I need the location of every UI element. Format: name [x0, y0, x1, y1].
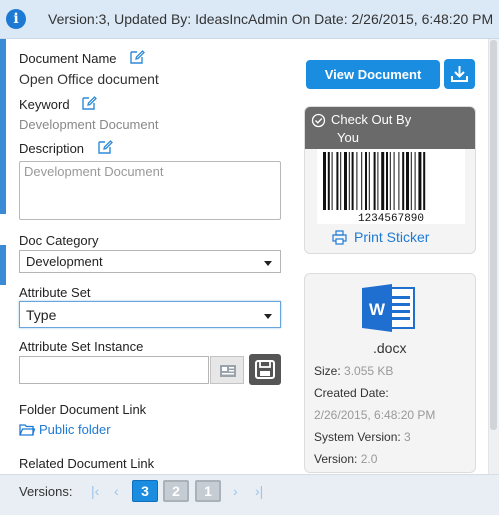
first-page-icon[interactable]: |‹	[91, 483, 99, 499]
created-date-label: Created Date:	[314, 386, 389, 400]
versions-pager: Versions: |‹ ‹ 3 2 1 › ›|	[0, 474, 499, 515]
file-size-value: 3.055 KB	[344, 364, 394, 378]
document-name-value: Open Office document	[19, 71, 159, 87]
last-page-icon[interactable]: ›|	[255, 483, 263, 499]
left-accent-stripe-lower	[0, 245, 6, 285]
doc-category-select[interactable]: Development	[19, 250, 281, 273]
folder-document-link-label: Folder Document Link	[19, 402, 147, 417]
barcode-bar	[340, 152, 342, 210]
attribute-card-icon	[220, 365, 236, 377]
barcode-bar	[406, 152, 409, 210]
doc-category-selected: Development	[26, 254, 103, 269]
checkout-user-text: You	[337, 130, 359, 145]
barcode-bar	[365, 152, 367, 210]
save-icon	[255, 360, 275, 379]
barcode-bar	[331, 152, 333, 210]
barcode-bar	[327, 152, 330, 210]
svg-text:W: W	[369, 300, 386, 319]
attribute-set-instance-input[interactable]	[19, 356, 209, 384]
attribute-set-instance-lookup-button[interactable]	[210, 356, 244, 384]
barcode-bar	[393, 152, 395, 210]
barcode-bar	[410, 152, 412, 210]
chevron-down-icon	[264, 261, 272, 266]
barcode-bar	[423, 152, 426, 210]
version-page-3[interactable]: 3	[132, 480, 158, 502]
attribute-set-label: Attribute Set	[19, 285, 91, 300]
barcode-bar	[377, 152, 379, 210]
file-size-label: Size:	[314, 364, 341, 378]
attribute-set-select[interactable]: Type	[19, 301, 281, 328]
barcode-bar	[351, 152, 354, 210]
description-textarea[interactable]: Development Document	[19, 161, 281, 220]
system-version-label: System Version:	[314, 430, 401, 444]
barcode-bar	[373, 152, 376, 210]
barcode-icon: 1234567890	[323, 152, 426, 225]
check-circle-icon	[311, 113, 326, 128]
file-size: Size: 3.055 KB	[314, 364, 393, 378]
prev-page-icon[interactable]: ‹	[114, 483, 119, 499]
checkout-by-text: Check Out By	[331, 112, 412, 127]
info-icon: i	[6, 9, 26, 29]
print-sticker-link[interactable]: Print Sticker	[354, 229, 429, 245]
doc-category-label: Doc Category	[19, 233, 99, 248]
file-extension: .docx	[373, 340, 407, 356]
version: Version: 2.0	[314, 452, 377, 466]
public-folder-link[interactable]: Public folder	[39, 422, 111, 437]
document-name-label: Document Name	[19, 51, 117, 66]
barcode-bar	[368, 152, 370, 210]
barcode-bar	[361, 152, 363, 210]
barcode-bar	[348, 152, 350, 210]
version-label: Version:	[314, 452, 358, 466]
keyword-value: Development Document	[19, 117, 159, 132]
barcode-bar	[402, 152, 405, 210]
barcode-bar	[356, 152, 358, 210]
barcode-bar	[389, 152, 391, 210]
barcode-bar	[386, 152, 388, 210]
barcode-bar	[398, 152, 400, 210]
word-file-icon: W	[362, 284, 415, 332]
left-accent-stripe	[0, 39, 6, 214]
versions-label: Versions:	[19, 484, 73, 499]
checkout-header: Check Out By You	[305, 107, 475, 149]
system-version: System Version: 3	[314, 430, 411, 444]
folder-icon	[19, 424, 35, 436]
save-attribute-button[interactable]	[249, 354, 281, 385]
edit-icon[interactable]	[97, 139, 113, 155]
barcode: 1234567890	[317, 149, 465, 225]
next-page-icon[interactable]: ›	[233, 483, 238, 499]
attribute-set-instance-label: Attribute Set Instance	[19, 339, 144, 354]
download-icon	[451, 66, 468, 82]
barcode-number: 1234567890	[358, 213, 424, 224]
version-value: 2.0	[360, 452, 378, 466]
chevron-down-icon	[264, 314, 272, 319]
system-version-value: 3	[404, 430, 411, 444]
barcode-bar	[336, 152, 339, 210]
version-banner-text: Version:3, Updated By: IdeasIncAdmin On …	[48, 11, 494, 27]
barcode-bar	[418, 152, 422, 210]
description-label: Description	[19, 141, 85, 156]
version-page-2[interactable]: 2	[163, 480, 189, 502]
scrollbar-thumb[interactable]	[490, 40, 497, 430]
version-page-1[interactable]: 1	[195, 480, 221, 502]
edit-icon[interactable]	[81, 95, 97, 111]
view-document-button[interactable]: View Document	[306, 60, 440, 89]
edit-icon[interactable]	[129, 49, 145, 65]
created-date-value: 2/26/2015, 6:48:20 PM	[314, 408, 436, 422]
attribute-set-selected: Type	[26, 307, 57, 323]
barcode-bar	[323, 152, 326, 210]
barcode-bar	[414, 152, 416, 210]
barcode-bar	[344, 152, 347, 210]
barcode-bar	[381, 152, 385, 210]
download-button[interactable]	[444, 59, 475, 89]
keyword-label: Keyword	[19, 97, 70, 112]
related-document-link-label: Related Document Link	[19, 456, 155, 471]
printer-icon	[332, 230, 347, 245]
version-banner: i Version:3, Updated By: IdeasIncAdmin O…	[0, 0, 499, 39]
